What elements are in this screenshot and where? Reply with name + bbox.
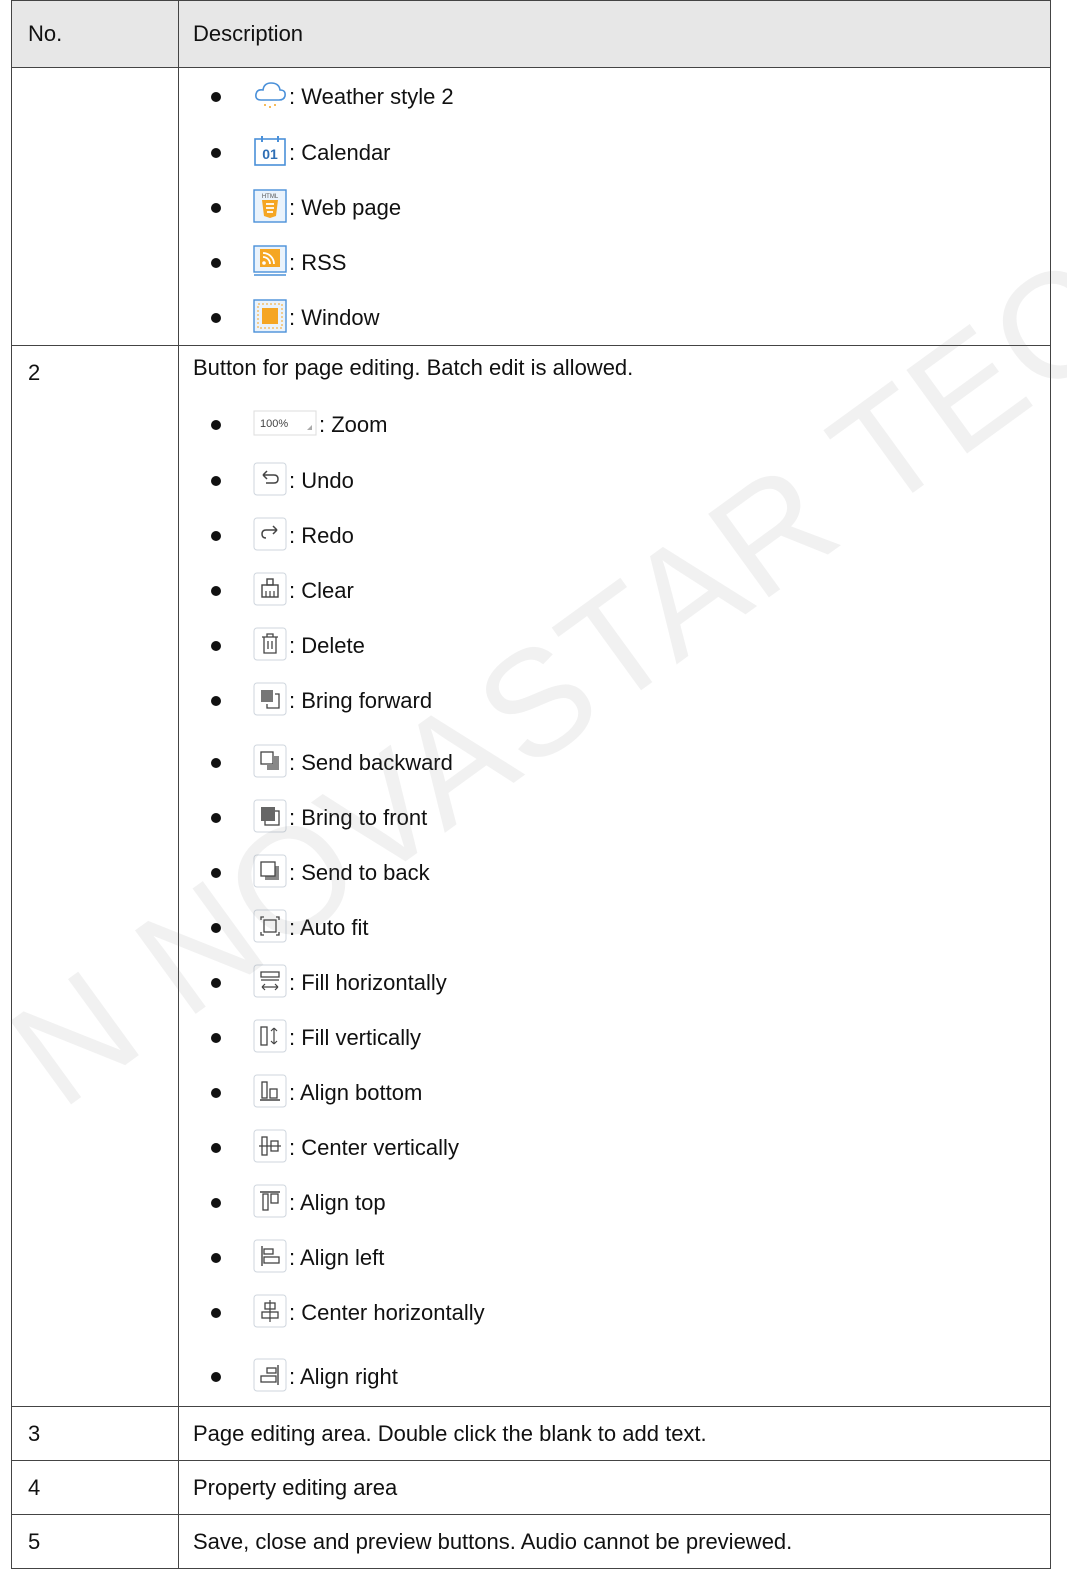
list-item-label: : Center horizontally	[289, 1300, 485, 1325]
align-bottom-icon	[253, 1074, 287, 1108]
redo-icon	[253, 517, 287, 551]
table-row-1: : Weather style 2 01 : Calendar HTML : W…	[11, 67, 1051, 346]
list-item-label: : Bring to front	[289, 805, 428, 830]
list-item-label: : Web page	[289, 195, 402, 220]
list-item-label: : Clear	[289, 578, 354, 603]
list-item-label: : Redo	[289, 523, 354, 548]
list-item: : Clear	[193, 555, 1050, 610]
list-item: : Bring to front	[193, 782, 1050, 837]
list-item: : Undo	[193, 444, 1050, 500]
list-item-label: : Align left	[289, 1245, 385, 1270]
send-backward-icon	[253, 744, 287, 778]
list-item: : Align left	[193, 1222, 1050, 1277]
clear-brush-icon	[253, 572, 287, 606]
list-item: : Align top	[193, 1167, 1050, 1222]
send-to-back-icon	[253, 854, 287, 888]
list-item: 01 : Calendar	[193, 116, 1050, 172]
bring-forward-icon	[253, 682, 287, 716]
fill-horizontal-icon	[253, 964, 287, 998]
list-item: : Bring forward	[193, 665, 1050, 720]
edit-button-list: 100% : Zoom : Undo : Redo: Clear: Dele…	[193, 390, 1050, 1396]
list-item-label: : Fill horizontally	[289, 970, 447, 995]
row-1-no	[11, 67, 179, 346]
widget-list: : Weather style 2 01 : Calendar HTML : W…	[193, 68, 1050, 337]
center-horizontal-icon	[253, 1294, 287, 1328]
calendar-icon: 01	[253, 134, 287, 168]
table-row-3: 3 Page editing area. Double click the bl…	[11, 1406, 1051, 1461]
list-item-label: : Zoom	[319, 412, 388, 437]
list-item-label: : Align top	[289, 1190, 386, 1215]
auto-fit-icon	[253, 909, 287, 943]
row-2-no: 2	[11, 345, 179, 1407]
align-top-icon	[253, 1184, 287, 1218]
list-item: : Auto fit	[193, 892, 1050, 947]
list-item: : Fill vertically	[193, 1002, 1050, 1057]
list-item-label: : Center vertically	[289, 1135, 459, 1160]
row-1-description: : Weather style 2 01 : Calendar HTML : W…	[178, 67, 1051, 346]
list-item-label: : Bring forward	[289, 688, 433, 713]
list-item-label: : Fill vertically	[289, 1025, 422, 1050]
zoom-select-icon: 100%	[253, 406, 317, 440]
table-row-4: 4 Property editing area	[11, 1460, 1051, 1515]
header-no: No.	[11, 0, 179, 68]
list-item-label: : Send backward	[289, 750, 453, 775]
align-left-icon	[253, 1239, 287, 1273]
list-item: : Window	[193, 282, 1050, 337]
list-item-label: : Auto fit	[289, 915, 369, 940]
list-item: : Redo	[193, 500, 1050, 555]
row-4-description: Property editing area	[178, 1460, 1051, 1515]
description-table: No. Description : Weather style 2 01 : C…	[11, 0, 1051, 1569]
list-item-label: : RSS	[289, 250, 347, 275]
table-row-2: 2 Button for page editing. Batch edit is…	[11, 345, 1051, 1407]
list-item: HTML : Web page	[193, 172, 1050, 227]
list-item: : Weather style 2	[193, 68, 1050, 116]
undo-icon	[253, 462, 287, 496]
list-item: : Center vertically	[193, 1112, 1050, 1167]
list-item: : RSS	[193, 227, 1050, 282]
list-item: : Send backward	[193, 720, 1050, 782]
bring-to-front-icon	[253, 799, 287, 833]
list-item: : Align right	[193, 1332, 1050, 1396]
row-5-description: Save, close and preview buttons. Audio c…	[178, 1514, 1051, 1569]
html-badge-text: HTML	[262, 194, 279, 200]
weather-cloud-icon	[253, 78, 287, 112]
zoom-value: 100%	[260, 418, 288, 430]
list-item-label: : Window	[289, 305, 380, 330]
row-3-no: 3	[11, 1406, 179, 1461]
list-item: : Fill horizontally	[193, 947, 1050, 1002]
list-item-label: : Weather style 2	[289, 84, 454, 109]
list-item: : Align bottom	[193, 1057, 1050, 1112]
list-item-label: : Undo	[289, 468, 354, 493]
row-5-no: 5	[11, 1514, 179, 1569]
list-item-label: : Align bottom	[289, 1080, 423, 1105]
row-2-description: Button for page editing. Batch edit is a…	[178, 345, 1051, 1407]
trash-icon	[253, 627, 287, 661]
align-right-icon	[253, 1358, 287, 1392]
rss-icon	[253, 244, 287, 278]
center-vertical-icon	[253, 1129, 287, 1163]
table-header-row: No. Description	[11, 0, 1051, 68]
window-icon	[253, 299, 287, 333]
list-item-label: : Delete	[289, 633, 365, 658]
list-item-label: : Send to back	[289, 860, 430, 885]
header-description: Description	[178, 0, 1051, 68]
list-item-label: : Calendar	[289, 140, 391, 165]
list-item: : Delete	[193, 610, 1050, 665]
row-4-no: 4	[11, 1460, 179, 1515]
row-3-description: Page editing area. Double click the blan…	[178, 1406, 1051, 1461]
html5-icon: HTML	[253, 189, 287, 223]
list-item: : Center horizontally	[193, 1277, 1050, 1332]
list-item: 100% : Zoom	[193, 390, 1050, 444]
row-2-intro: Button for page editing. Batch edit is a…	[193, 355, 634, 380]
list-item: : Send to back	[193, 837, 1050, 892]
calendar-number: 01	[262, 146, 278, 162]
table-row-5: 5 Save, close and preview buttons. Audio…	[11, 1514, 1051, 1569]
list-item-label: : Align right	[289, 1364, 398, 1389]
fill-vertical-icon	[253, 1019, 287, 1053]
